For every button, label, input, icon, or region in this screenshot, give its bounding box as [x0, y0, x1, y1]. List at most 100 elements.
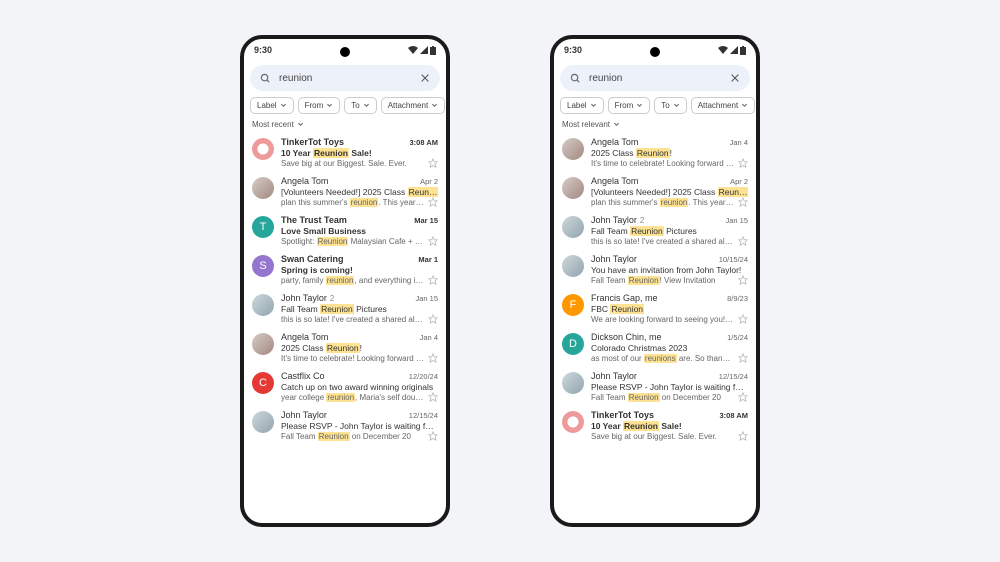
chip-to[interactable]: To — [654, 97, 686, 114]
email-row[interactable]: TinkerTot Toys3:08 AM10 Year Reunion Sal… — [554, 406, 756, 445]
email-row[interactable]: FFrancis Gap, me8/9/23FBC ReunionWe are … — [554, 289, 756, 328]
chip-from[interactable]: From — [298, 97, 341, 114]
email-row[interactable]: DDickson Chin, me1/5/24Colorado Christma… — [554, 328, 756, 367]
email-list-left[interactable]: TinkerTot Toys3:08 AM10 Year Reunion Sal… — [244, 133, 446, 523]
avatar[interactable] — [562, 138, 584, 160]
star-icon[interactable] — [738, 197, 748, 207]
avatar[interactable]: T — [252, 216, 274, 238]
camera-notch — [650, 47, 660, 57]
star-icon[interactable] — [428, 158, 438, 168]
email-row[interactable]: Angela TomJan 42025 Class Reunion!It's t… — [244, 328, 446, 367]
search-highlight: Reunion — [628, 276, 660, 285]
email-subject: Please RSVP - John Taylor is waiting for… — [591, 382, 748, 392]
sort-dropdown[interactable]: Most recent — [244, 120, 446, 133]
email-time: 10/15/24 — [719, 255, 748, 264]
sort-dropdown[interactable]: Most relevant — [554, 120, 756, 133]
chip-label[interactable]: Label — [250, 97, 294, 114]
avatar[interactable]: S — [252, 255, 274, 277]
filter-chips: Label From To Attachment — [244, 97, 446, 120]
email-sender: Swan Catering — [281, 254, 344, 264]
email-snippet: party, family reunion, and everything in… — [281, 276, 424, 285]
star-icon[interactable] — [428, 236, 438, 246]
avatar[interactable] — [562, 411, 584, 433]
avatar[interactable] — [562, 177, 584, 199]
email-time: Jan 4 — [420, 333, 438, 342]
avatar[interactable] — [562, 216, 584, 238]
star-icon[interactable] — [738, 431, 748, 441]
email-row[interactable]: Angela TomApr 2[Volunteers Needed!] 2025… — [554, 172, 756, 211]
chevron-down-icon — [590, 102, 597, 109]
avatar[interactable] — [252, 177, 274, 199]
search-input[interactable] — [589, 73, 722, 84]
avatar[interactable] — [562, 372, 584, 394]
star-icon[interactable] — [428, 392, 438, 402]
search-highlight: Reunion — [318, 432, 350, 441]
email-row[interactable]: SSwan CateringMar 1Spring is coming!part… — [244, 250, 446, 289]
email-row[interactable]: John Taylor12/15/24Please RSVP - John Ta… — [244, 406, 446, 445]
avatar[interactable] — [252, 294, 274, 316]
avatar[interactable] — [562, 255, 584, 277]
avatar[interactable]: F — [562, 294, 584, 316]
email-snippet: Fall Team Reunion on December 20 — [281, 432, 424, 441]
star-icon[interactable] — [738, 275, 748, 285]
email-subject: [Volunteers Needed!] 2025 Class Reunion — [281, 187, 438, 197]
email-row[interactable]: John Taylor12/15/24Please RSVP - John Ta… — [554, 367, 756, 406]
star-icon[interactable] — [738, 314, 748, 324]
email-snippet: year college reunion, Maria's self doubt… — [281, 393, 424, 402]
search-highlight: Reunion — [326, 343, 360, 353]
chip-label[interactable]: Label — [560, 97, 604, 114]
email-time: Jan 15 — [415, 294, 438, 303]
email-row[interactable]: TThe Trust TeamMar 15Love Small Business… — [244, 211, 446, 250]
email-sender: John Taylor — [281, 410, 327, 420]
search-input[interactable] — [279, 73, 412, 84]
star-icon[interactable] — [428, 275, 438, 285]
star-icon[interactable] — [738, 392, 748, 402]
star-icon[interactable] — [428, 431, 438, 441]
search-highlight: reunion — [660, 198, 689, 207]
email-sender: The Trust Team — [281, 215, 347, 225]
email-row[interactable]: CCastflix Co12/20/24Catch up on two awar… — [244, 367, 446, 406]
search-highlight: Reunion — [623, 421, 659, 431]
star-icon[interactable] — [428, 314, 438, 324]
search-bar[interactable] — [560, 65, 750, 91]
status-time: 9:30 — [254, 45, 272, 55]
email-subject: Fall Team Reunion Pictures — [591, 226, 748, 236]
star-icon[interactable] — [738, 353, 748, 363]
email-time: Jan 15 — [725, 216, 748, 225]
search-highlight: reunion — [350, 198, 379, 207]
avatar[interactable] — [252, 411, 274, 433]
email-row[interactable]: Angela TomApr 2[Volunteers Needed!] 2025… — [244, 172, 446, 211]
email-time: 12/15/24 — [409, 411, 438, 420]
email-snippet: Save big at our Biggest. Sale. Ever. — [591, 432, 734, 441]
star-icon[interactable] — [428, 197, 438, 207]
avatar[interactable] — [252, 333, 274, 355]
clear-icon[interactable] — [730, 73, 740, 83]
chip-to[interactable]: To — [344, 97, 376, 114]
clear-icon[interactable] — [420, 73, 430, 83]
star-icon[interactable] — [738, 236, 748, 246]
email-row[interactable]: Angela TomJan 42025 Class Reunion!It's t… — [554, 133, 756, 172]
chip-attachment[interactable]: Attachment — [691, 97, 755, 114]
avatar[interactable]: C — [252, 372, 274, 394]
email-snippet: plan this summer's reunion. This year we… — [591, 198, 734, 207]
email-row[interactable]: John Taylor2Jan 15Fall Team Reunion Pict… — [244, 289, 446, 328]
email-time: 3:08 AM — [410, 138, 438, 147]
avatar[interactable]: D — [562, 333, 584, 355]
email-row[interactable]: TinkerTot Toys3:08 AM10 Year Reunion Sal… — [244, 133, 446, 172]
email-row[interactable]: John Taylor2Jan 15Fall Team Reunion Pict… — [554, 211, 756, 250]
email-subject: [Volunteers Needed!] 2025 Class Reunion — [591, 187, 748, 197]
email-row[interactable]: John Taylor10/15/24You have an invitatio… — [554, 250, 756, 289]
search-highlight: Reunion — [610, 304, 644, 314]
chip-attachment[interactable]: Attachment — [381, 97, 445, 114]
star-icon[interactable] — [738, 158, 748, 168]
avatar[interactable] — [252, 138, 274, 160]
search-icon — [570, 73, 581, 84]
star-icon[interactable] — [428, 353, 438, 363]
search-bar[interactable] — [250, 65, 440, 91]
search-icon — [260, 73, 271, 84]
thread-count: 2 — [330, 294, 334, 303]
email-list-right[interactable]: Angela TomJan 42025 Class Reunion!It's t… — [554, 133, 756, 523]
battery-icon — [740, 46, 746, 55]
email-snippet: Save big at our Biggest. Sale. Ever. — [281, 159, 424, 168]
chip-from[interactable]: From — [608, 97, 651, 114]
